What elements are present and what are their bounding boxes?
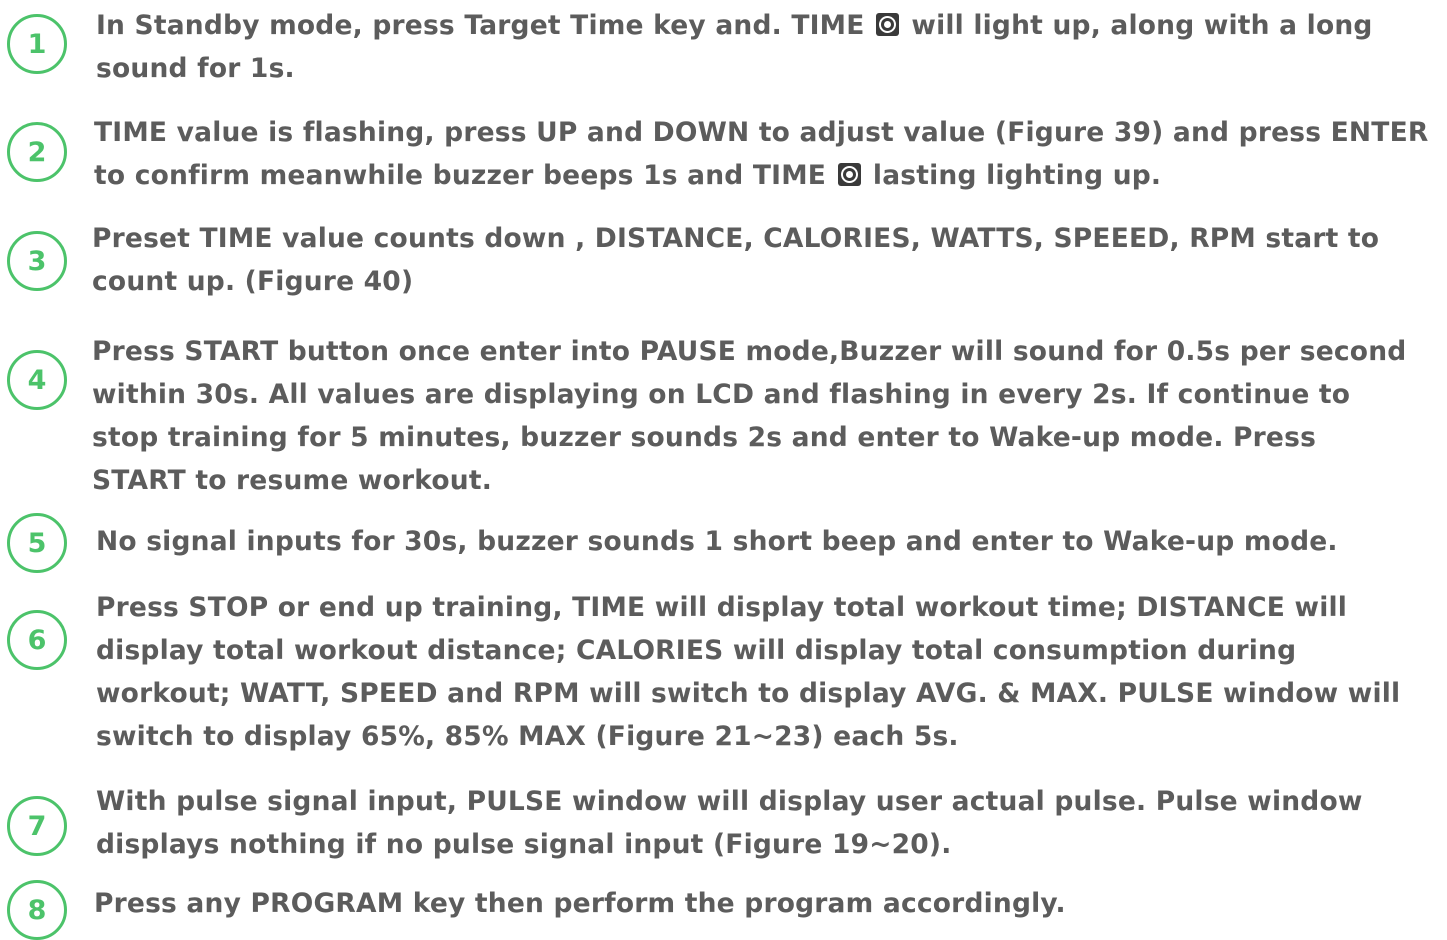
step-number: 6 xyxy=(27,624,47,656)
step-text: TIME value is flashing, press UP and DOW… xyxy=(94,111,1429,197)
step-line-text: START to resume workout. xyxy=(92,465,492,496)
step-number: 7 xyxy=(27,810,47,842)
step-line: stop training for 5 minutes, buzzer soun… xyxy=(92,416,1406,459)
step-number-badge: 2 xyxy=(7,122,67,182)
step-line: START to resume workout. xyxy=(92,459,1406,502)
step-line: Press START button once enter into PAUSE… xyxy=(92,330,1406,373)
step-line-text: sound for 1s. xyxy=(96,53,295,84)
step-line-text: switch to display 65%, 85% MAX (Figure 2… xyxy=(96,721,959,752)
step-line-text: TIME value is flashing, press UP and DOW… xyxy=(94,117,1429,148)
step-number: 3 xyxy=(27,245,47,277)
step-line-text: stop training for 5 minutes, buzzer soun… xyxy=(92,422,1317,453)
step-line-text: Preset TIME value counts down , DISTANCE… xyxy=(92,223,1380,254)
step-line-text: Press START button once enter into PAUSE… xyxy=(92,336,1407,367)
step-text: No signal inputs for 30s, buzzer sounds … xyxy=(96,520,1338,563)
step-line: within 30s. All values are displaying on… xyxy=(92,373,1406,416)
step-number: 2 xyxy=(27,136,47,168)
step-line: Press any PROGRAM key then perform the p… xyxy=(94,882,1066,925)
step-number-badge: 6 xyxy=(7,610,67,670)
step-line: No signal inputs for 30s, buzzer sounds … xyxy=(96,520,1338,563)
step-number-badge: 5 xyxy=(7,513,67,573)
step-text: With pulse signal input, PULSE window wi… xyxy=(96,780,1363,866)
step-text: Press STOP or end up training, TIME will… xyxy=(96,586,1400,758)
step-number-badge: 7 xyxy=(7,796,67,856)
step-line-text: displays nothing if no pulse signal inpu… xyxy=(96,829,952,860)
step-line: sound for 1s. xyxy=(96,47,1373,90)
step-line-text: within 30s. All values are displaying on… xyxy=(92,379,1351,410)
step-number-badge: 4 xyxy=(7,350,67,410)
step-line-text: workout; WATT, SPEED and RPM will switch… xyxy=(96,678,1401,709)
step-line: display total workout distance; CALORIES… xyxy=(96,629,1400,672)
step-text: In Standby mode, press Target Time key a… xyxy=(96,4,1373,90)
step-line: switch to display 65%, 85% MAX (Figure 2… xyxy=(96,715,1400,758)
step-line-text: With pulse signal input, PULSE window wi… xyxy=(96,786,1363,817)
step-line: displays nothing if no pulse signal inpu… xyxy=(96,823,1363,866)
target-time-icon xyxy=(875,13,899,36)
step-line: Press STOP or end up training, TIME will… xyxy=(96,586,1400,629)
step-line: With pulse signal input, PULSE window wi… xyxy=(96,780,1363,823)
step-number: 4 xyxy=(27,364,47,396)
step-text: Preset TIME value counts down , DISTANCE… xyxy=(92,217,1379,303)
step-line-text: Press STOP or end up training, TIME will… xyxy=(96,592,1348,623)
step-line: to confirm meanwhile buzzer beeps 1s and… xyxy=(94,154,1429,197)
step-number-badge: 8 xyxy=(7,880,67,940)
step-line: TIME value is flashing, press UP and DOW… xyxy=(94,111,1429,154)
step-text: Press any PROGRAM key then perform the p… xyxy=(94,882,1066,925)
step-line: Preset TIME value counts down , DISTANCE… xyxy=(92,217,1379,260)
step-line-text: count up. (Figure 40) xyxy=(92,266,414,297)
step-line: count up. (Figure 40) xyxy=(92,260,1379,303)
step-line: workout; WATT, SPEED and RPM will switch… xyxy=(96,672,1400,715)
step-number: 1 xyxy=(27,28,47,60)
step-text: Press START button once enter into PAUSE… xyxy=(92,330,1406,502)
step-number-badge: 1 xyxy=(7,14,67,74)
target-time-icon xyxy=(837,163,861,186)
step-number-badge: 3 xyxy=(7,231,67,291)
step-line-text: In Standby mode, press Target Time key a… xyxy=(96,10,874,41)
step-line-text: No signal inputs for 30s, buzzer sounds … xyxy=(96,526,1338,557)
step-number: 8 xyxy=(27,894,47,926)
step-line-text: display total workout distance; CALORIES… xyxy=(96,635,1297,666)
step-line: In Standby mode, press Target Time key a… xyxy=(96,4,1373,47)
step-number: 5 xyxy=(27,527,47,559)
step-line-text: will light up, along with a long xyxy=(901,10,1373,41)
step-line-text: lasting lighting up. xyxy=(863,160,1162,191)
step-line-text: Press any PROGRAM key then perform the p… xyxy=(94,888,1066,919)
step-line-text: to confirm meanwhile buzzer beeps 1s and… xyxy=(94,160,836,191)
